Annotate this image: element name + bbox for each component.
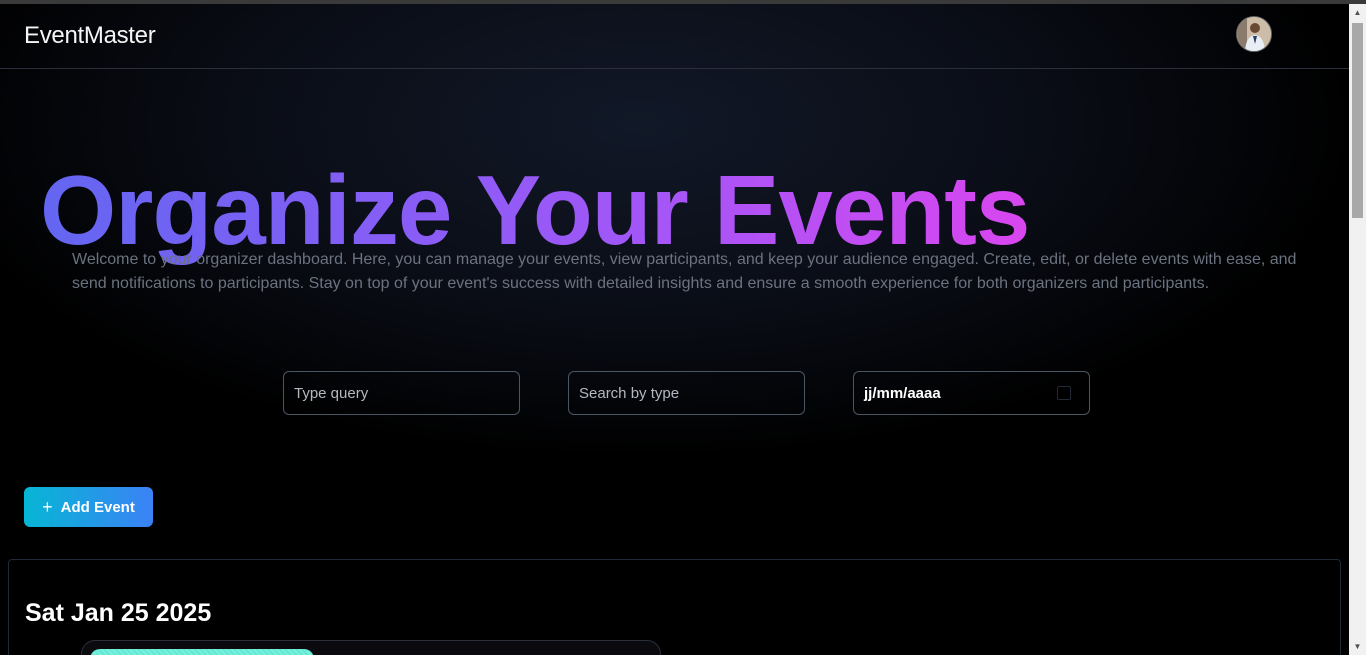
event-day-panel: Sat Jan 25 2025: [8, 559, 1341, 655]
navbar: EventMaster: [0, 4, 1349, 69]
calendar-icon[interactable]: [1057, 386, 1071, 400]
scroll-down-arrow-icon[interactable]: ▼: [1349, 638, 1366, 655]
plus-icon: +: [42, 497, 53, 517]
hero-description: Welcome to your organizer dashboard. Her…: [72, 251, 1297, 292]
event-date-heading: Sat Jan 25 2025: [25, 598, 212, 627]
avatar-image: [1237, 17, 1271, 51]
date-filter-value: jj/mm/aaaa: [864, 384, 941, 402]
event-card[interactable]: [81, 640, 661, 655]
vertical-scrollbar[interactable]: ▲ ▼: [1349, 4, 1366, 655]
scroll-up-arrow-icon[interactable]: ▲: [1349, 4, 1366, 21]
event-card-banner: [90, 649, 314, 655]
search-query-input[interactable]: [283, 371, 520, 415]
add-event-label: Add Event: [60, 498, 135, 516]
page-viewport: EventMaster Organize Your Events Welcome…: [0, 4, 1349, 655]
brand-logo[interactable]: EventMaster: [24, 22, 156, 50]
add-event-button[interactable]: + Add Event: [24, 487, 153, 527]
scrollbar-thumb[interactable]: [1352, 23, 1363, 218]
avatar[interactable]: [1236, 16, 1272, 52]
date-filter-input[interactable]: jj/mm/aaaa: [853, 371, 1090, 415]
search-type-input[interactable]: [568, 371, 805, 415]
